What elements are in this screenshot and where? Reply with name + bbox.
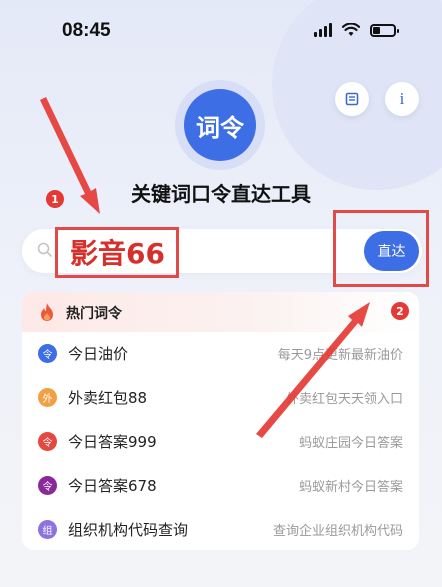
hot-header: 热门词令 bbox=[22, 292, 419, 332]
signal-icon bbox=[314, 23, 332, 37]
item-title: 外卖红包88 bbox=[68, 389, 148, 407]
list-item[interactable]: 令 今日油价 每天9点更新最新油价 bbox=[22, 332, 419, 376]
item-title: 今日油价 bbox=[68, 345, 129, 363]
app-screen: 08:45 i 词令 关键词口令直达工具 影音66 直达 热门词令 令 今日油价… bbox=[0, 0, 442, 587]
command-icon: 令 bbox=[38, 432, 57, 451]
page-title: 关键词口令直达工具 bbox=[131, 182, 311, 206]
annotation-badge-2: 2 bbox=[391, 302, 409, 320]
item-desc: 外卖红包天天领入口 bbox=[285, 392, 403, 407]
search-icon bbox=[37, 242, 52, 257]
command-icon: 令 bbox=[38, 344, 57, 363]
takeout-icon: 外 bbox=[38, 388, 57, 407]
hot-commands-card: 热门词令 令 今日油价 每天9点更新最新油价 外 外卖红包88 外卖红包天天领入… bbox=[22, 292, 419, 550]
info-button[interactable]: i bbox=[385, 82, 419, 116]
item-title: 今日答案999 bbox=[68, 433, 157, 451]
command-icon: 令 bbox=[38, 476, 57, 495]
item-desc: 每天9点更新最新油价 bbox=[277, 348, 403, 363]
search-highlight-box bbox=[55, 227, 179, 278]
go-highlight-box bbox=[333, 210, 429, 287]
item-desc: 查询企业组织机构代码 bbox=[272, 524, 403, 539]
history-button[interactable] bbox=[335, 82, 369, 116]
status-time: 08:45 bbox=[62, 20, 111, 41]
list-item[interactable]: 令 今日答案678 蚂蚁新村今日答案 bbox=[22, 464, 419, 508]
list-item[interactable]: 组 组织机构代码查询 查询企业组织机构代码 bbox=[22, 508, 419, 550]
document-icon bbox=[345, 92, 359, 106]
item-title: 组织机构代码查询 bbox=[68, 521, 189, 539]
info-icon: i bbox=[399, 89, 405, 108]
app-logo: 词令 bbox=[175, 80, 265, 170]
status-icons bbox=[314, 23, 399, 37]
wifi-icon bbox=[342, 23, 360, 36]
app-logo-badge: 词令 bbox=[184, 89, 256, 161]
list-item[interactable]: 外 外卖红包88 外卖红包天天领入口 bbox=[22, 376, 419, 420]
item-desc: 蚂蚁新村今日答案 bbox=[298, 480, 403, 495]
list-item[interactable]: 令 今日答案999 蚂蚁庄园今日答案 bbox=[22, 420, 419, 464]
status-bar: 08:45 bbox=[0, 0, 442, 64]
organization-icon: 组 bbox=[38, 520, 57, 539]
hot-title: 热门词令 bbox=[66, 306, 122, 322]
flame-icon bbox=[41, 303, 53, 321]
item-title: 今日答案678 bbox=[68, 477, 157, 495]
annotation-badge-1: 1 bbox=[46, 190, 64, 208]
battery-icon bbox=[370, 23, 399, 37]
item-desc: 蚂蚁庄园今日答案 bbox=[298, 436, 403, 451]
